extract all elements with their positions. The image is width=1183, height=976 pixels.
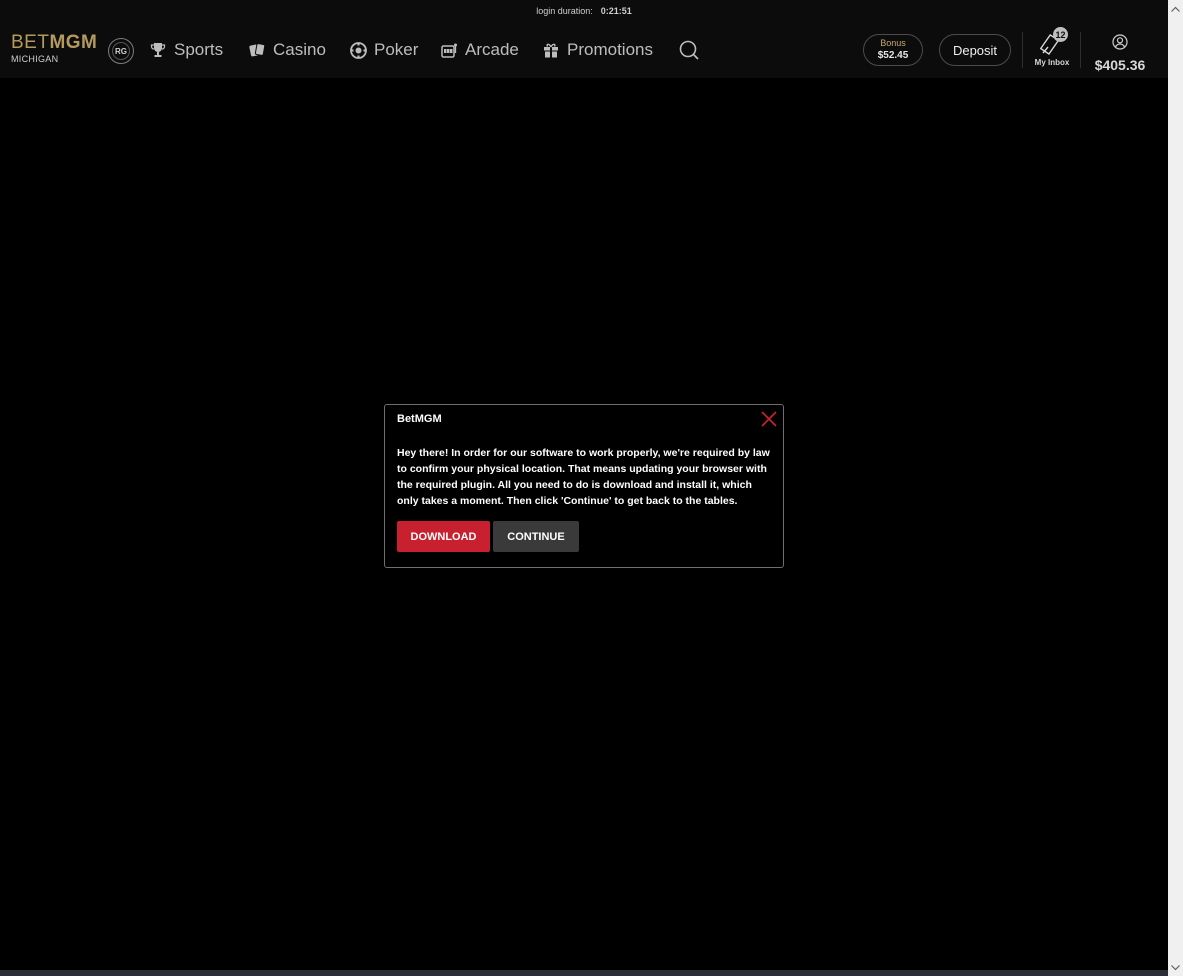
close-icon[interactable]	[760, 410, 778, 428]
location-plugin-dialog: BetMGM Hey there! In order for our softw…	[384, 404, 784, 568]
nav-casino[interactable]: Casino	[248, 36, 326, 64]
scroll-down-arrow-icon[interactable]	[1168, 959, 1183, 976]
header-divider	[1022, 32, 1023, 68]
dialog-message: Hey there! In order for our software to …	[397, 447, 770, 507]
slot-machine-icon	[440, 41, 458, 59]
inbox-label: My Inbox	[1034, 58, 1070, 67]
scroll-up-arrow-icon[interactable]	[1168, 0, 1183, 17]
cards-icon	[248, 41, 266, 59]
nav-casino-label: Casino	[273, 40, 326, 59]
inbox-count-badge: 12	[1053, 27, 1068, 42]
nav-sports-label: Sports	[174, 40, 224, 59]
download-button[interactable]: DOWNLOAD	[397, 521, 490, 552]
nav-arcade[interactable]: Arcade	[440, 36, 519, 64]
my-inbox-button[interactable]: 12 My Inbox	[1032, 26, 1072, 70]
nav-promotions-label: Promotions	[567, 40, 653, 59]
login-duration-time: 0:21:51	[600, 6, 632, 16]
dialog-title: BetMGM	[397, 413, 442, 425]
logo-state: MICHIGAN	[11, 54, 59, 64]
site-header: BETMGM MICHIGAN RG Sports Casino Poker A…	[0, 22, 1168, 78]
nav-poker[interactable]: Poker	[349, 36, 418, 64]
logo-mgm: MGM	[49, 32, 98, 53]
search-icon[interactable]	[678, 39, 700, 61]
login-duration-label: login duration:	[536, 6, 593, 16]
responsible-gaming-badge[interactable]: RG	[108, 38, 134, 64]
vertical-scrollbar[interactable]	[1168, 0, 1183, 976]
user-icon	[1112, 34, 1128, 50]
trophy-icon	[149, 41, 167, 59]
nav-sports[interactable]: Sports	[149, 36, 223, 64]
continue-button[interactable]: CONTINUE	[493, 521, 579, 552]
bonus-amount: $52.45	[877, 50, 909, 61]
deposit-button[interactable]: Deposit	[939, 34, 1011, 66]
betmgm-logo[interactable]: BETMGM MICHIGAN	[11, 33, 103, 69]
bonus-balance-button[interactable]: Bonus $52.45	[863, 34, 923, 66]
nav-promotions[interactable]: Promotions	[542, 36, 653, 64]
nav-arcade-label: Arcade	[465, 40, 519, 59]
gift-icon	[542, 41, 560, 59]
bonus-label: Bonus	[880, 38, 906, 48]
account-balance-button[interactable]: $405.36	[1090, 34, 1150, 73]
account-balance: $405.36	[1094, 57, 1146, 73]
nav-poker-label: Poker	[374, 40, 419, 59]
session-bar: login duration: 0:21:51	[0, 0, 1168, 22]
rg-label: RG	[115, 46, 127, 56]
header-divider	[1080, 32, 1081, 68]
poker-chip-icon	[349, 41, 367, 59]
logo-bet: BET	[11, 32, 50, 53]
window-bottom-edge	[0, 970, 1168, 976]
